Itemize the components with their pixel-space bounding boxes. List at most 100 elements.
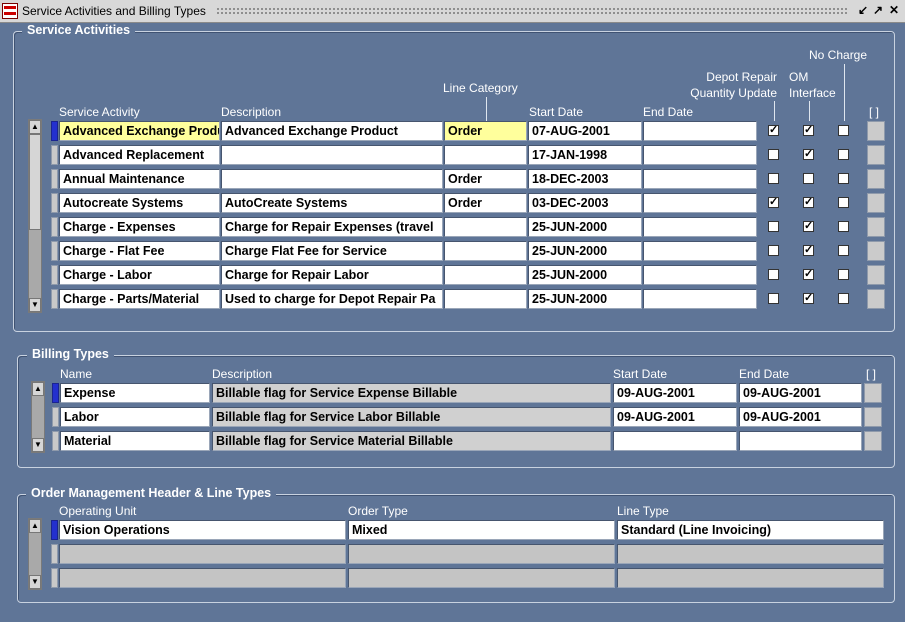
descriptive-flexfield[interactable] — [867, 121, 885, 141]
record-indicator[interactable] — [51, 193, 58, 213]
billing-start-date-field[interactable]: 09-AUG-2001 — [613, 407, 737, 427]
om-interface-checkbox[interactable]: ✓ — [803, 197, 814, 208]
descriptive-flexfield[interactable] — [867, 193, 885, 213]
description-field[interactable]: Charge for Repair Labor — [221, 265, 443, 285]
end-date-field[interactable] — [643, 241, 757, 261]
billing-name-field[interactable]: Material — [60, 431, 210, 451]
scroll-down-icon[interactable]: ▼ — [32, 438, 44, 452]
no-charge-checkbox[interactable] — [838, 125, 849, 136]
description-field[interactable] — [221, 145, 443, 165]
operating-unit-field[interactable]: Vision Operations — [59, 520, 346, 540]
scroll-up-icon[interactable]: ▲ — [32, 382, 44, 396]
minimize-icon[interactable]: ↙ — [856, 3, 870, 17]
description-field[interactable]: Used to charge for Depot Repair Pa — [221, 289, 443, 309]
record-indicator[interactable] — [52, 407, 59, 427]
om-interface-checkbox[interactable]: ✓ — [803, 293, 814, 304]
om-interface-checkbox[interactable]: ✓ — [803, 149, 814, 160]
scroll-down-icon[interactable]: ▼ — [29, 575, 41, 589]
record-indicator[interactable] — [51, 289, 58, 309]
service-activity-field[interactable]: Autocreate Systems — [59, 193, 220, 213]
description-field[interactable]: Charge Flat Fee for Service — [221, 241, 443, 261]
end-date-field[interactable] — [643, 169, 757, 189]
line-type-field[interactable] — [617, 544, 884, 564]
descriptive-flexfield[interactable] — [864, 383, 882, 403]
restore-icon[interactable]: ↗ — [871, 3, 885, 17]
no-charge-checkbox[interactable] — [838, 269, 849, 280]
start-date-field[interactable]: 25-JUN-2000 — [528, 265, 642, 285]
billing-end-date-field[interactable]: 09-AUG-2001 — [739, 407, 862, 427]
end-date-field[interactable] — [643, 265, 757, 285]
service-activity-field[interactable]: Charge - Labor — [59, 265, 220, 285]
billing-start-date-field[interactable] — [613, 431, 737, 451]
start-date-field[interactable]: 25-JUN-2000 — [528, 289, 642, 309]
order-type-field[interactable] — [348, 544, 615, 564]
line-type-field[interactable] — [617, 568, 884, 588]
line-category-field[interactable] — [444, 241, 527, 261]
no-charge-checkbox[interactable] — [838, 221, 849, 232]
record-indicator[interactable] — [51, 265, 58, 285]
record-indicator[interactable] — [51, 217, 58, 237]
billing-description-field[interactable]: Billable flag for Service Labor Billable — [212, 407, 611, 427]
service-activity-field[interactable]: Advanced Exchange Product — [59, 121, 220, 141]
end-date-field[interactable] — [643, 217, 757, 237]
record-indicator[interactable] — [51, 121, 58, 141]
scroll-thumb[interactable] — [29, 134, 41, 230]
line-type-field[interactable]: Standard (Line Invoicing) — [617, 520, 884, 540]
om-types-scrollbar[interactable]: ▲ ▼ — [28, 518, 42, 590]
depot-repair-checkbox[interactable] — [768, 293, 779, 304]
line-category-field[interactable]: Order — [444, 121, 527, 141]
descriptive-flexfield[interactable] — [867, 289, 885, 309]
operating-unit-field[interactable] — [59, 568, 346, 588]
record-indicator[interactable] — [51, 169, 58, 189]
descriptive-flexfield[interactable] — [867, 169, 885, 189]
scroll-down-icon[interactable]: ▼ — [29, 298, 41, 312]
scroll-up-icon[interactable]: ▲ — [29, 120, 41, 134]
depot-repair-checkbox[interactable] — [768, 245, 779, 256]
billing-description-field[interactable]: Billable flag for Service Material Billa… — [212, 431, 611, 451]
descriptive-flexfield[interactable] — [864, 431, 882, 451]
service-activity-field[interactable]: Annual Maintenance — [59, 169, 220, 189]
scroll-up-icon[interactable]: ▲ — [29, 519, 41, 533]
no-charge-checkbox[interactable] — [838, 149, 849, 160]
end-date-field[interactable] — [643, 289, 757, 309]
description-field[interactable] — [221, 169, 443, 189]
end-date-field[interactable] — [643, 145, 757, 165]
service-activity-field[interactable]: Charge - Flat Fee — [59, 241, 220, 261]
start-date-field[interactable]: 25-JUN-2000 — [528, 217, 642, 237]
depot-repair-checkbox[interactable] — [768, 221, 779, 232]
om-interface-checkbox[interactable]: ✓ — [803, 125, 814, 136]
om-interface-checkbox[interactable]: ✓ — [803, 221, 814, 232]
line-category-field[interactable] — [444, 217, 527, 237]
record-indicator[interactable] — [51, 568, 58, 588]
descriptive-flexfield[interactable] — [867, 217, 885, 237]
no-charge-checkbox[interactable] — [838, 173, 849, 184]
line-category-field[interactable] — [444, 265, 527, 285]
no-charge-checkbox[interactable] — [838, 293, 849, 304]
descriptive-flexfield[interactable] — [864, 407, 882, 427]
descriptive-flexfield[interactable] — [867, 241, 885, 261]
depot-repair-checkbox[interactable] — [768, 149, 779, 160]
start-date-field[interactable]: 07-AUG-2001 — [528, 121, 642, 141]
om-interface-checkbox[interactable]: ✓ — [803, 269, 814, 280]
order-type-field[interactable]: Mixed — [348, 520, 615, 540]
line-category-field[interactable] — [444, 289, 527, 309]
operating-unit-field[interactable] — [59, 544, 346, 564]
description-field[interactable]: AutoCreate Systems — [221, 193, 443, 213]
description-field[interactable]: Advanced Exchange Product — [221, 121, 443, 141]
end-date-field[interactable] — [643, 193, 757, 213]
billing-types-scrollbar[interactable]: ▲ ▼ — [31, 381, 45, 453]
description-field[interactable]: Charge for Repair Expenses (travel — [221, 217, 443, 237]
line-category-field[interactable]: Order — [444, 169, 527, 189]
billing-name-field[interactable]: Expense — [60, 383, 210, 403]
order-type-field[interactable] — [348, 568, 615, 588]
window-title-bar[interactable]: Service Activities and Billing Types ↙ ↗… — [0, 0, 905, 23]
start-date-field[interactable]: 25-JUN-2000 — [528, 241, 642, 261]
billing-name-field[interactable]: Labor — [60, 407, 210, 427]
no-charge-checkbox[interactable] — [838, 197, 849, 208]
record-indicator[interactable] — [51, 544, 58, 564]
service-activity-field[interactable]: Charge - Parts/Material — [59, 289, 220, 309]
service-activity-field[interactable]: Charge - Expenses — [59, 217, 220, 237]
depot-repair-checkbox[interactable]: ✓ — [768, 197, 779, 208]
depot-repair-checkbox[interactable]: ✓ — [768, 125, 779, 136]
billing-description-field[interactable]: Billable flag for Service Expense Billab… — [212, 383, 611, 403]
